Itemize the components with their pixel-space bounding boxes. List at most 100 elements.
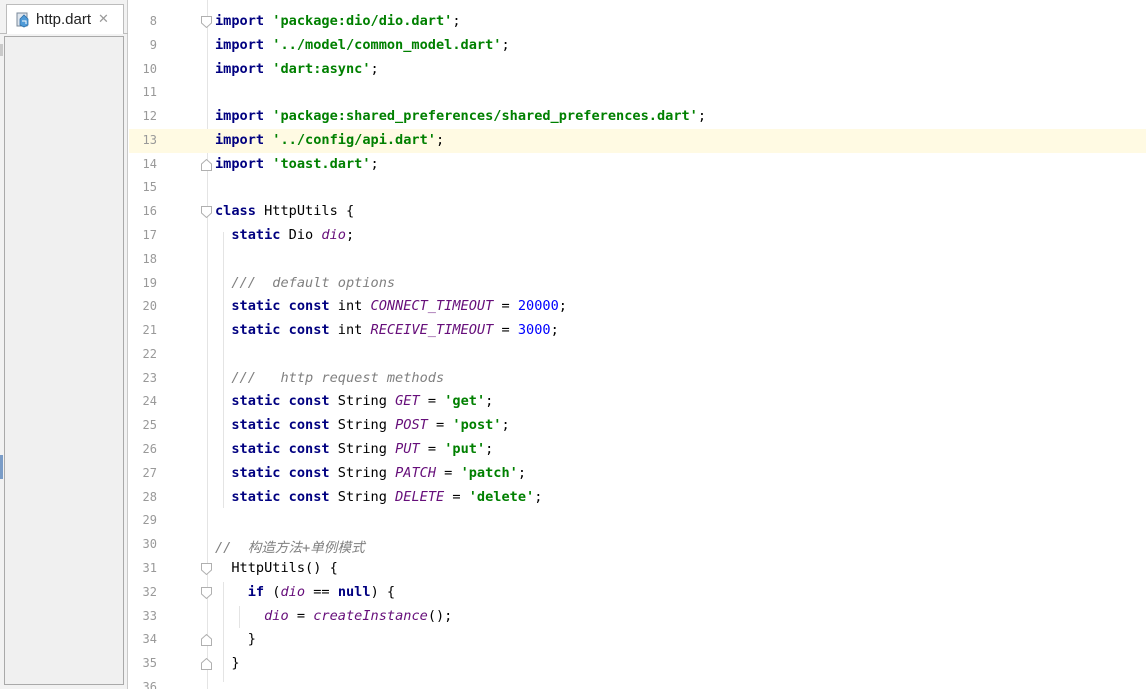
code-token-kw: import xyxy=(215,60,265,77)
code-line[interactable]: 36 xyxy=(129,676,1146,689)
code-text: import 'package:dio/dio.dart'; xyxy=(215,13,461,29)
code-token-plain: String xyxy=(329,417,396,434)
code-token-str: '../config/api.dart' xyxy=(272,131,436,148)
code-token-plain: int xyxy=(329,298,371,315)
code-token-kw: static const xyxy=(231,393,330,410)
code-line[interactable]: 29 xyxy=(129,509,1146,533)
code-token-plain: = xyxy=(419,393,445,410)
code-text: import 'toast.dart'; xyxy=(215,156,379,172)
fold-end-icon[interactable] xyxy=(201,634,212,647)
code-token-kw: class xyxy=(215,203,256,220)
fold-end-icon[interactable] xyxy=(201,158,212,171)
code-line[interactable]: 30 // 构造方法+单例模式 xyxy=(129,533,1146,557)
code-line[interactable]: 14 import 'toast.dart'; xyxy=(129,153,1146,177)
code-line[interactable]: 26 static const String PUT = 'put'; xyxy=(129,438,1146,462)
code-token-cn: PATCH xyxy=(395,464,436,481)
code-token-plain: String xyxy=(329,488,396,505)
code-token-plain: ; xyxy=(485,441,494,458)
code-line[interactable]: 17 static Dio dio; xyxy=(129,224,1146,248)
code-token-cm: // 构造方法+单例模式 xyxy=(215,540,365,557)
code-line[interactable]: 24 static const String GET = 'get'; xyxy=(129,390,1146,414)
code-token-plain: ; xyxy=(370,155,379,172)
code-text: import 'dart:async'; xyxy=(215,61,379,77)
code-token-cn: dio xyxy=(264,607,289,624)
code-text: HttpUtils() { xyxy=(215,560,337,576)
code-editor[interactable]: 8 import 'package:dio/dio.dart'; 9 import '… xyxy=(129,0,1146,689)
code-line[interactable]: 32 if (dio == null) { xyxy=(129,581,1146,605)
code-line[interactable]: 28 static const String DELETE = 'delete'… xyxy=(129,486,1146,510)
code-line[interactable]: 9 import '../model/common_model.dart'; xyxy=(129,34,1146,58)
code-line[interactable]: 35 } xyxy=(129,652,1146,676)
code-token-cn: createInstance xyxy=(313,607,428,624)
code-token-kw: static xyxy=(231,227,281,244)
line-number: 18 xyxy=(142,251,157,266)
line-number: 33 xyxy=(142,608,157,623)
code-line[interactable]: 10 import 'dart:async'; xyxy=(129,58,1146,82)
code-token-plain: ; xyxy=(517,464,527,481)
code-line[interactable]: 19 /// default options xyxy=(129,272,1146,296)
code-line[interactable]: 8 import 'package:dio/dio.dart'; xyxy=(129,10,1146,34)
code-line-current[interactable]: 13 import '../config/api.dart'; xyxy=(129,128,1146,153)
ide-window: http.dart ✕ 8 import 'package:dio/dio.dar… xyxy=(0,0,1146,689)
fold-open-icon[interactable] xyxy=(201,16,212,28)
code-line[interactable]: 27 static const String PATCH = 'patch'; xyxy=(129,462,1146,486)
code-token-plain: ; xyxy=(534,488,543,505)
code-line[interactable]: 18 xyxy=(129,248,1146,272)
line-number: 13 xyxy=(142,132,157,147)
code-line[interactable]: 23 /// http request methods xyxy=(129,367,1146,391)
code-line[interactable]: 34 } xyxy=(129,628,1146,652)
code-token-plain: ; xyxy=(452,13,461,29)
code-line[interactable]: 25 static const String POST = 'post'; xyxy=(129,414,1146,438)
code-token-plain: = xyxy=(436,464,461,481)
code-token-str: 'get' xyxy=(444,393,486,410)
code-line[interactable]: 33 dio = createInstance(); xyxy=(129,605,1146,629)
code-line[interactable]: 16 class HttpUtils { xyxy=(129,200,1146,224)
code-token-plain: ; xyxy=(558,298,567,315)
code-token-kw: import xyxy=(215,13,265,29)
code-token-num: 3000 xyxy=(517,322,551,339)
left-panel: http.dart ✕ xyxy=(0,0,128,689)
code-token-plain: String xyxy=(329,393,396,410)
code-text: static const int RECEIVE_TIMEOUT = 3000; xyxy=(215,322,558,339)
code-token-plain: Dio xyxy=(280,227,322,244)
fold-open-icon[interactable] xyxy=(201,562,212,575)
line-number: 8 xyxy=(149,14,157,28)
line-number: 11 xyxy=(142,85,157,100)
code-line[interactable]: 22 xyxy=(129,343,1146,367)
code-line[interactable]: 15 xyxy=(129,176,1146,200)
code-token-num: 20000 xyxy=(517,298,559,315)
code-text: static const String GET = 'get'; xyxy=(215,393,493,409)
code-token-plain: ; xyxy=(485,393,494,410)
code-token-plain: ; xyxy=(345,227,355,244)
code-token-cn: POST xyxy=(395,417,428,434)
code-line[interactable]: 11 xyxy=(129,81,1146,105)
fold-open-icon[interactable] xyxy=(201,586,212,599)
code-text: import 'package:shared_preferences/share… xyxy=(215,108,706,124)
code-token-kw: import xyxy=(215,36,265,53)
line-number: 35 xyxy=(142,656,157,671)
fold-open-icon[interactable] xyxy=(201,206,212,219)
editor-tab-http-dart[interactable]: http.dart ✕ xyxy=(6,4,124,34)
fold-end-icon[interactable] xyxy=(201,658,212,671)
code-line[interactable]: 20 static const int CONNECT_TIMEOUT = 20… xyxy=(129,295,1146,319)
code-token-plain: (); xyxy=(427,607,453,624)
close-icon[interactable]: ✕ xyxy=(98,12,109,27)
code-token-plain: = xyxy=(493,322,518,339)
code-text: static const String PUT = 'put'; xyxy=(215,441,493,457)
dart-file-icon xyxy=(15,11,31,29)
code-line[interactable]: 31 HttpUtils() { xyxy=(129,557,1146,581)
code-token-cn: RECEIVE_TIMEOUT xyxy=(370,322,494,339)
code-line[interactable]: 12 import 'package:shared_preferences/sha… xyxy=(129,105,1146,129)
code-token-plain: } xyxy=(215,655,240,672)
code-token-cm: /// default options xyxy=(231,274,396,291)
line-number: 16 xyxy=(142,204,157,219)
code-token-kw: import xyxy=(215,108,265,125)
line-number: 23 xyxy=(142,370,157,385)
code-text: static const String PATCH = 'patch'; xyxy=(215,465,526,481)
code-line[interactable]: 21 static const int RECEIVE_TIMEOUT = 30… xyxy=(129,319,1146,343)
